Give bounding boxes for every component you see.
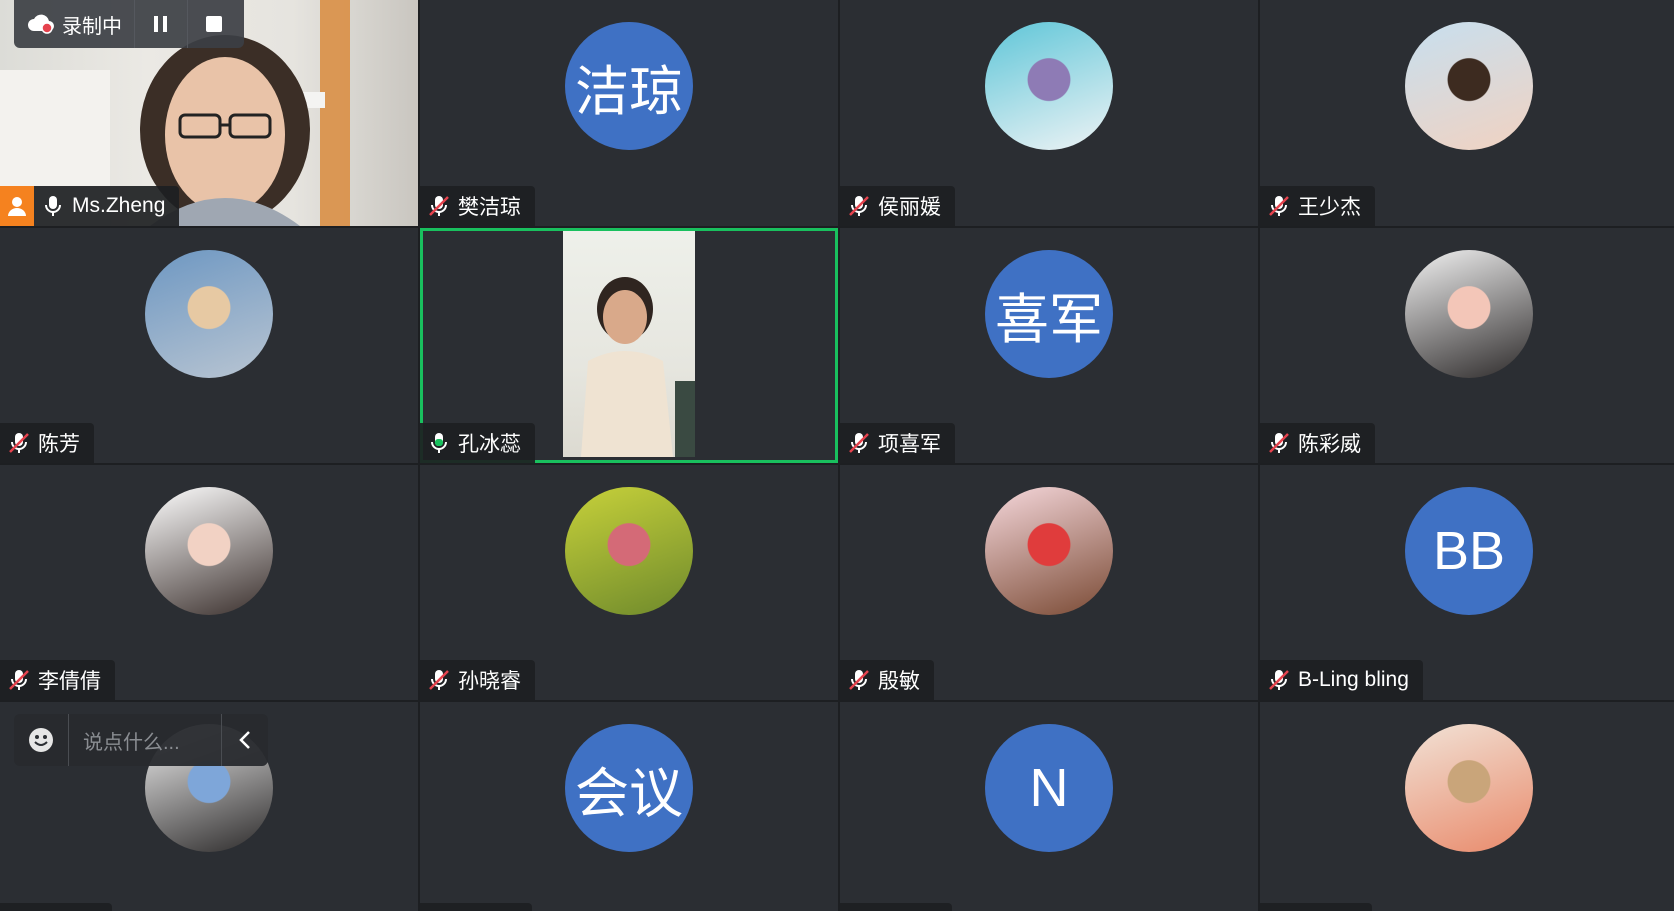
chat-input[interactable]: 说点什么... bbox=[69, 726, 221, 755]
collapse-chat-button[interactable] bbox=[221, 714, 268, 766]
host-person-icon bbox=[8, 197, 26, 216]
participant-tile[interactable]: 李倩倩 bbox=[0, 465, 418, 700]
participant-namebar: Ms.Zheng bbox=[34, 186, 180, 226]
participant-avatar-initials: 喜军 bbox=[985, 250, 1113, 378]
chat-input-bar[interactable]: 说点什么... bbox=[14, 714, 268, 766]
participant-name: 陈彩威 bbox=[1298, 433, 1361, 456]
participant-tile[interactable]: 孙晓睿 bbox=[420, 465, 838, 700]
participant-tile[interactable]: 陈彩威 bbox=[1260, 228, 1674, 463]
participant-avatar-initials: N bbox=[985, 724, 1113, 852]
participant-tile[interactable]: 殷敏 bbox=[840, 465, 1258, 700]
emoji-button[interactable] bbox=[14, 714, 69, 766]
participant-namebar: 李倩倩 bbox=[0, 660, 115, 700]
participant-tile[interactable]: N bbox=[840, 702, 1258, 911]
mic-speaking-icon bbox=[431, 433, 447, 453]
participant-tile[interactable]: 喜军项喜军 bbox=[840, 228, 1258, 463]
pause-recording-button[interactable] bbox=[134, 0, 187, 48]
participant-avatar-photo bbox=[1405, 22, 1533, 150]
participant-avatar-photo bbox=[1405, 250, 1533, 378]
participant-tile[interactable]: 王少杰 bbox=[1260, 0, 1674, 226]
recording-toolbar: 录制中 bbox=[14, 0, 244, 48]
cloud-record-icon bbox=[28, 14, 54, 34]
chevron-left-icon bbox=[239, 731, 250, 749]
participant-avatar-photo bbox=[565, 487, 693, 615]
participant-namebar: 樊洁琼 bbox=[420, 186, 535, 226]
participant-avatar-photo bbox=[985, 487, 1113, 615]
participant-namebar: 陈彩威 bbox=[1260, 423, 1375, 463]
participant-grid: 录制中 Ms.Zheng 洁琼 樊洁琼 侯丽媛 王少杰 陈芳 孔冰蕊 喜军 项喜… bbox=[0, 0, 1674, 911]
stop-icon bbox=[206, 16, 222, 32]
participant-namebar: 殷敏 bbox=[840, 660, 934, 700]
participant-avatar-photo bbox=[145, 487, 273, 615]
participant-name: 孔冰蕊 bbox=[458, 433, 521, 456]
mic-muted-icon bbox=[1269, 196, 1289, 216]
participant-namebar-partial bbox=[1260, 903, 1372, 911]
participant-namebar: 侯丽媛 bbox=[840, 186, 955, 226]
participant-name: 王少杰 bbox=[1298, 196, 1361, 219]
participant-avatar-photo bbox=[985, 22, 1113, 150]
participant-namebar: 陈芳 bbox=[0, 423, 94, 463]
participant-avatar-initials: 洁琼 bbox=[565, 22, 693, 150]
participant-name: B-Ling bling bbox=[1298, 668, 1409, 691]
participant-avatar-photo bbox=[1405, 724, 1533, 852]
participant-namebar: 王少杰 bbox=[1260, 186, 1375, 226]
participant-video-feed bbox=[563, 231, 695, 457]
pause-icon bbox=[154, 16, 167, 32]
participant-tile-self[interactable]: 录制中 Ms.Zheng bbox=[0, 0, 418, 226]
participant-name: 项喜军 bbox=[878, 433, 941, 456]
participant-namebar: 孔冰蕊 bbox=[420, 423, 535, 463]
participant-tile[interactable]: 会议 bbox=[420, 702, 838, 911]
participant-tile[interactable]: 洁琼樊洁琼 bbox=[420, 0, 838, 226]
participant-tile[interactable] bbox=[1260, 702, 1674, 911]
mic-muted-icon bbox=[849, 196, 869, 216]
participant-tile[interactable]: 说点什么... bbox=[0, 702, 418, 911]
mic-on-icon bbox=[45, 196, 61, 216]
mic-muted-icon bbox=[9, 433, 29, 453]
participant-namebar: 项喜军 bbox=[840, 423, 955, 463]
participant-avatar-initials: 会议 bbox=[565, 724, 693, 852]
participant-name: Ms.Zheng bbox=[72, 194, 166, 217]
participant-name: 孙晓睿 bbox=[458, 670, 521, 693]
participant-name: 陈芳 bbox=[38, 433, 80, 456]
recording-label: 录制中 bbox=[62, 15, 122, 38]
emoji-icon bbox=[29, 728, 53, 752]
participant-video-frame bbox=[581, 277, 695, 457]
participant-name: 樊洁琼 bbox=[458, 196, 521, 219]
participant-tile[interactable]: BB B-Ling bling bbox=[1260, 465, 1674, 700]
participant-name: 李倩倩 bbox=[38, 670, 101, 693]
mic-muted-icon bbox=[9, 670, 29, 690]
participant-avatar-initials: BB bbox=[1405, 487, 1533, 615]
participant-tile[interactable]: 侯丽媛 bbox=[840, 0, 1258, 226]
host-badge bbox=[0, 186, 34, 226]
mic-muted-icon bbox=[849, 670, 869, 690]
participant-name: 侯丽媛 bbox=[878, 196, 941, 219]
participant-avatar-photo bbox=[145, 250, 273, 378]
participant-namebar-partial bbox=[840, 903, 952, 911]
participant-namebar: 孙晓睿 bbox=[420, 660, 535, 700]
participant-tile[interactable]: 陈芳 bbox=[0, 228, 418, 463]
recording-status: 录制中 bbox=[14, 0, 134, 48]
participant-namebar: B-Ling bling bbox=[1260, 660, 1423, 700]
participant-name: 殷敏 bbox=[878, 670, 920, 693]
stop-recording-button[interactable] bbox=[187, 0, 240, 48]
mic-muted-icon bbox=[1269, 670, 1289, 690]
participant-namebar-partial bbox=[0, 903, 112, 911]
participant-namebar-partial bbox=[420, 903, 532, 911]
mic-muted-icon bbox=[1269, 433, 1289, 453]
mic-muted-icon bbox=[849, 433, 869, 453]
mic-muted-icon bbox=[429, 196, 449, 216]
participant-tile-active-speaker[interactable]: 孔冰蕊 bbox=[420, 228, 838, 463]
mic-muted-icon bbox=[429, 670, 449, 690]
